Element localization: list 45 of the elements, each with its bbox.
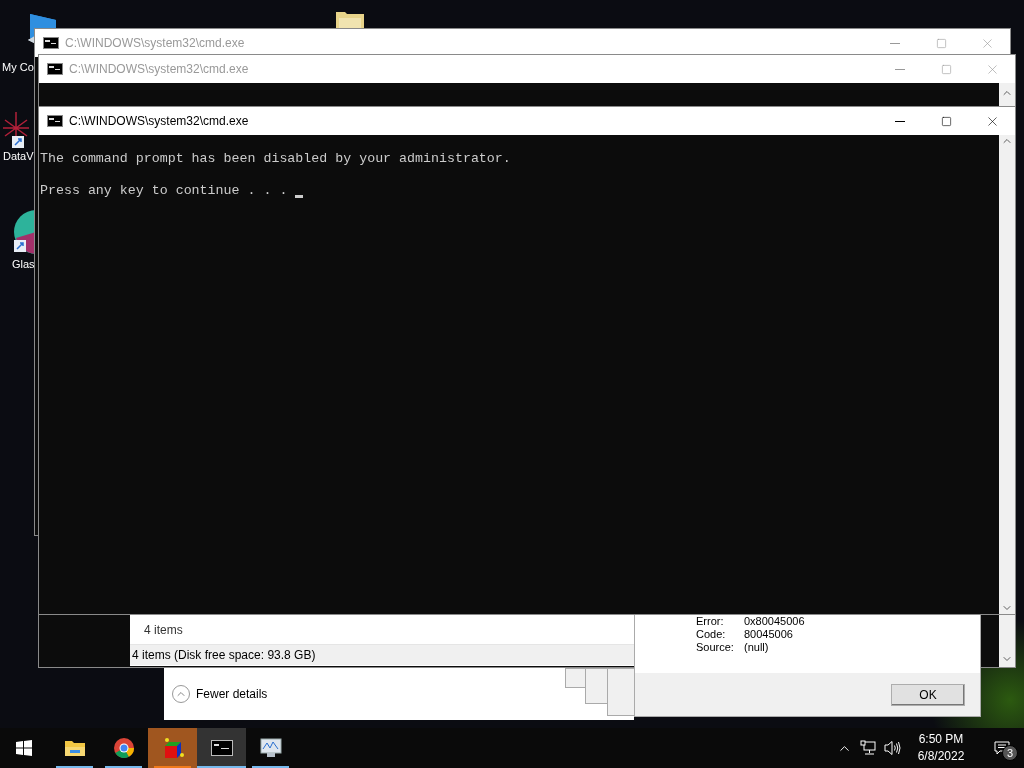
text-cursor <box>295 195 304 198</box>
maximize-icon <box>940 115 952 127</box>
folder-icon[interactable] <box>63 739 86 757</box>
browser-icon[interactable] <box>112 737 135 759</box>
minimize-icon <box>895 68 905 70</box>
field-label: Error: <box>696 615 725 628</box>
window-title: C:\WINDOWS\system32\cmd.exe <box>65 35 246 52</box>
taskbar-app[interactable] <box>197 728 246 768</box>
console-icon <box>47 115 63 127</box>
clock-time[interactable]: 6:50 PM <box>918 731 964 748</box>
maximize-icon <box>935 37 947 49</box>
star-shape-icon <box>3 112 29 148</box>
field-label: Source: <box>696 641 735 654</box>
fewer-details-button[interactable]: Fewer details <box>172 685 268 703</box>
performance-monitor-icon[interactable] <box>259 738 282 758</box>
running-indicator <box>197 766 246 768</box>
field-value: 0x80045006 <box>744 615 805 628</box>
window-title: C:\WINDOWS\system32\cmd.exe <box>69 61 250 78</box>
console-icon[interactable] <box>210 740 233 756</box>
ok-button[interactable]: OK <box>891 683 965 706</box>
window-title: C:\WINDOWS\system32\cmd.exe <box>69 113 250 130</box>
folder-icon <box>335 10 365 28</box>
windows-logo-icon <box>16 740 32 756</box>
desktop-icon-label[interactable]: My Co <box>2 59 34 76</box>
notification-badge: 3 <box>1002 745 1018 761</box>
running-indicator <box>105 766 142 768</box>
running-indicator <box>252 766 289 768</box>
maximize-icon <box>940 63 952 75</box>
console-icon <box>43 37 59 49</box>
clock-date[interactable]: 6/8/2022 <box>917 748 965 765</box>
console-text: Press any key to continue . . . <box>40 183 288 199</box>
console-icon <box>47 63 63 75</box>
desktop-icon-label[interactable]: Glas <box>12 258 35 271</box>
console-text: The command prompt has been disabled by your administrator. <box>40 151 511 167</box>
field-value: (null) <box>744 641 769 654</box>
field-value: 80045006 <box>744 628 793 641</box>
scrollbar[interactable] <box>999 135 1015 614</box>
field-label: Code: <box>696 628 727 641</box>
minimize-icon <box>890 42 900 44</box>
running-indicator <box>56 766 93 768</box>
network-icon[interactable] <box>860 740 876 756</box>
running-indicator <box>154 766 191 768</box>
desktop-icon-label[interactable]: DataV <box>3 150 34 163</box>
speaker-icon[interactable] <box>884 740 902 756</box>
minimize-icon <box>895 120 905 122</box>
